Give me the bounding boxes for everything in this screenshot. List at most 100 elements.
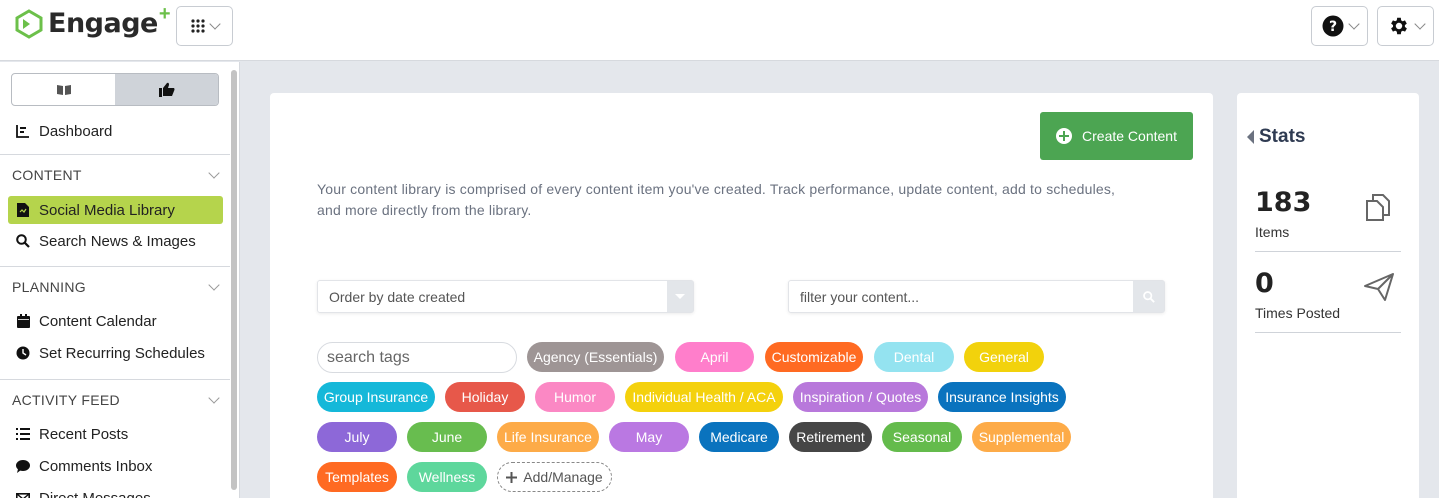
tag-label: Wellness xyxy=(418,469,476,485)
sidebar-item-comments-inbox[interactable]: Comments Inbox xyxy=(8,452,223,480)
add-manage-label: Add/Manage xyxy=(523,469,603,485)
section-content-header[interactable]: CONTENT xyxy=(12,167,220,183)
create-content-button[interactable]: Create Content xyxy=(1040,112,1193,160)
filter-search-button[interactable] xyxy=(1133,281,1164,312)
logo-plus: + xyxy=(158,3,171,25)
library-description: Your content library is comprised of eve… xyxy=(317,181,1116,218)
tag-pill[interactable]: General xyxy=(964,342,1044,372)
logo-text: Engage xyxy=(48,8,158,39)
tag-pill[interactable]: Dental xyxy=(874,342,954,372)
tag-pill[interactable]: Customizable xyxy=(765,342,863,372)
tag-label: Insurance Insights xyxy=(945,389,1059,405)
section-activity-header[interactable]: ACTIVITY FEED xyxy=(12,392,220,408)
settings-menu-button[interactable] xyxy=(1377,6,1434,46)
tag-label: June xyxy=(431,429,463,445)
copy-icon xyxy=(1366,194,1390,221)
help-menu-button[interactable]: ? xyxy=(1311,6,1368,46)
section-title: CONTENT xyxy=(12,167,82,183)
sidebar-scrollbar[interactable] xyxy=(231,70,237,490)
tag-label: May xyxy=(635,429,663,445)
tag-pill[interactable]: Holiday xyxy=(445,382,525,412)
order-by-select[interactable]: Order by date created xyxy=(317,280,694,313)
sidebar-item-content-calendar[interactable]: Content Calendar xyxy=(8,307,223,335)
tag-label: Supplemental xyxy=(978,429,1065,445)
tag-label: Seasonal xyxy=(892,429,952,445)
items-label: Items xyxy=(1255,224,1290,240)
tag-pill[interactable]: Supplemental xyxy=(972,422,1071,452)
section-title: PLANNING xyxy=(12,279,86,295)
toggle-book-view[interactable] xyxy=(12,74,115,105)
tag-pill[interactable]: Retirement xyxy=(789,422,872,452)
section-planning-header[interactable]: PLANNING xyxy=(12,279,220,295)
comment-icon xyxy=(16,459,30,473)
tag-pill[interactable]: Seasonal xyxy=(882,422,962,452)
chart-bar-icon xyxy=(16,124,30,138)
top-bar: Engage + ? xyxy=(0,0,1439,61)
order-by-value: Order by date created xyxy=(329,288,466,305)
tag-pill[interactable]: Life Insurance xyxy=(497,422,599,452)
caret-down-icon xyxy=(667,281,693,312)
tag-pill[interactable]: Humor xyxy=(535,382,615,412)
tag-label: Holiday xyxy=(461,389,509,405)
stats-toggle[interactable]: Stats xyxy=(1247,126,1305,148)
filter-content-input[interactable] xyxy=(789,281,1133,312)
tag-pill[interactable]: Agency (Essentials) xyxy=(527,342,664,372)
tag-pill[interactable]: May xyxy=(609,422,689,452)
caret-left-icon xyxy=(1247,130,1254,144)
tag-search-input[interactable] xyxy=(327,348,534,367)
plus-circle-icon xyxy=(1056,128,1073,144)
toggle-thumbs-view[interactable] xyxy=(115,74,218,105)
calendar-icon xyxy=(16,314,30,328)
tag-label: General xyxy=(979,349,1029,365)
tag-pill[interactable]: July xyxy=(317,422,397,452)
tag-label: Retirement xyxy=(796,429,865,445)
envelope-icon xyxy=(16,491,30,498)
grid-icon xyxy=(190,19,205,33)
tag-label: Life Insurance xyxy=(504,429,592,445)
tag-label: Medicare xyxy=(710,429,768,445)
file-icon xyxy=(16,203,30,217)
tag-pill[interactable]: Inspiration / Quotes xyxy=(793,382,928,412)
apps-menu-button[interactable] xyxy=(176,6,233,46)
tag-pill[interactable]: Individual Health / ACA xyxy=(625,382,783,412)
tag-pill[interactable]: Group Insurance xyxy=(317,382,435,412)
chevron-down-icon xyxy=(208,167,220,179)
tag-label: Agency (Essentials) xyxy=(533,349,658,365)
sidebar-item-label: Direct Messages xyxy=(39,489,151,498)
divider xyxy=(0,266,230,267)
sidebar-item-direct-messages[interactable]: Direct Messages xyxy=(8,484,223,498)
sidebar-view-toggle xyxy=(11,73,219,106)
tag-pill[interactable]: Templates xyxy=(317,462,397,492)
add-manage-tags-button[interactable]: Add/Manage xyxy=(497,462,612,492)
tag-pill[interactable]: Wellness xyxy=(407,462,487,492)
chevron-down-icon xyxy=(1347,18,1360,30)
hexagon-logo-icon xyxy=(15,8,43,39)
sidebar-item-search-news[interactable]: Search News & Images xyxy=(8,227,223,255)
tag-label: Inspiration / Quotes xyxy=(799,389,922,405)
thumbs-up-icon xyxy=(158,82,174,97)
sidebar-item-recent-posts[interactable]: Recent Posts xyxy=(8,420,223,448)
sidebar-item-label: Set Recurring Schedules xyxy=(39,344,205,362)
question-circle-icon: ? xyxy=(1322,15,1343,37)
tag-label: July xyxy=(344,429,370,445)
sidebar-item-label: Social Media Library xyxy=(39,201,175,219)
filter-content-box xyxy=(788,280,1165,313)
stats-title: Stats xyxy=(1259,126,1306,147)
chevron-down-icon xyxy=(208,279,220,291)
sidebar-item-recurring-schedules[interactable]: Set Recurring Schedules xyxy=(8,339,223,367)
plus-icon xyxy=(506,471,518,483)
tag-pill[interactable]: June xyxy=(407,422,487,452)
tag-label: Humor xyxy=(553,389,596,405)
divider xyxy=(1255,251,1401,252)
sidebar-item-label: Content Calendar xyxy=(39,312,157,330)
tag-pill[interactable]: Insurance Insights xyxy=(938,382,1066,412)
sidebar-item-social-media-library[interactable]: Social Media Library xyxy=(8,196,223,224)
tag-pill[interactable]: Medicare xyxy=(699,422,779,452)
clock-icon xyxy=(16,346,30,360)
tag-label: Group Insurance xyxy=(323,389,429,405)
engage-logo[interactable]: Engage + xyxy=(14,3,171,39)
times-posted-label: Times Posted xyxy=(1255,305,1341,321)
tag-pill[interactable]: April xyxy=(675,342,754,372)
sidebar-item-dashboard[interactable]: Dashboard xyxy=(8,117,223,145)
tag-label: Individual Health / ACA xyxy=(632,389,776,405)
